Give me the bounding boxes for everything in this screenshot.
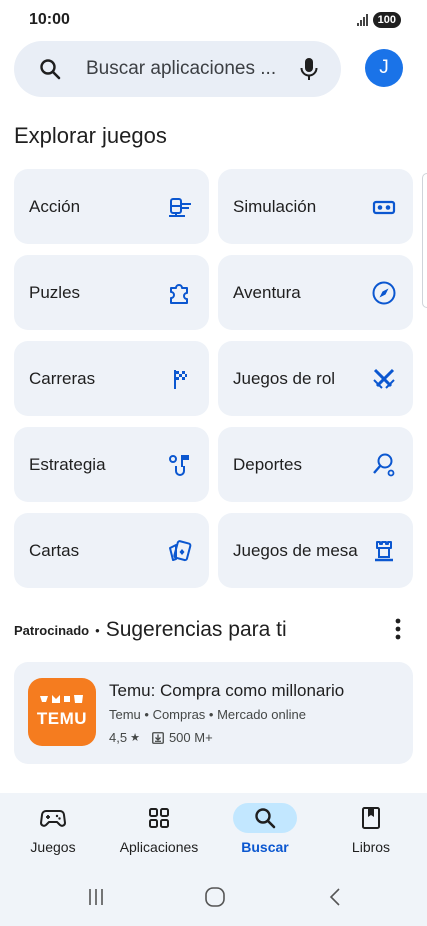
search-bar[interactable]: Buscar aplicaciones ... [14,41,341,97]
category-card-estrategia[interactable]: Estrategia [14,427,209,502]
category-card-cartas[interactable]: Cartas [14,513,209,588]
star-icon: ★ [130,732,140,744]
category-label: Puzles [29,282,81,302]
app-icon: TEMU [28,678,96,746]
vr-headset-icon [372,200,396,215]
nav-label: Juegos [30,839,76,855]
nav-label: Aplicaciones [119,839,199,855]
app-meta: Temu • Compras • Mercado online [109,707,306,722]
app-downloads: 500 M+ [168,730,213,745]
gamepad-icon [40,810,66,827]
category-card-puzles[interactable]: Puzles [14,255,209,330]
status-bar: 10:00 100 [0,0,427,40]
chess-rook-icon [375,541,393,562]
explore-games-title: Explorar juegos [14,123,167,148]
category-label: Estrategia [29,454,106,474]
category-label: Cartas [29,540,80,560]
category-label: Juegos de mesa [233,540,358,560]
download-icon [152,731,164,744]
search-icon [40,59,61,80]
category-label: Simulación [233,196,317,216]
app-icon-word: TEMU [36,709,88,728]
bottom-navigation: Juegos Aplicaciones Buscar Libros [0,793,427,865]
avatar[interactable]: J [365,49,403,87]
checkered-flag-icon [174,370,187,389]
microphone-icon[interactable] [297,56,321,82]
category-label: Deportes [233,454,302,474]
playing-cards-icon [169,540,192,562]
nav-item-libros[interactable]: Libros [318,793,424,865]
home-icon[interactable] [203,886,227,908]
helicopter-icon [169,198,191,217]
back-icon[interactable] [323,886,347,908]
search-input[interactable]: Buscar aplicaciones ... [86,58,276,80]
category-card-aventura[interactable]: Aventura [218,255,413,330]
scroll-indicator [422,173,427,308]
nav-label: Libros [351,839,391,855]
recent-apps-icon[interactable] [84,886,108,908]
category-label: Aventura [233,282,301,302]
category-card-accion[interactable]: Acción [14,169,209,244]
category-label: Acción [29,196,81,216]
status-indicators: 100 [356,12,401,28]
category-card-juegos-de-mesa[interactable]: Juegos de mesa [218,513,413,588]
app-name: Temu: Compra como millonario [109,681,345,700]
category-label: Carreras [29,368,96,388]
racket-icon [373,453,395,477]
nav-icon-container [127,803,191,833]
suggestions-title: Sugerencias para ti [105,618,287,641]
search-icon [255,808,276,829]
suggestions-header: Patrocinado • Sugerencias para ti [14,615,413,645]
strategy-flag-icon [169,455,189,476]
book-icon [362,807,380,829]
nav-icon-container [21,803,85,833]
app-stats: 4,5 ★ 500 M+ [109,730,213,745]
category-card-simulacion[interactable]: Simulación [218,169,413,244]
compass-icon [372,281,396,305]
nav-label: Buscar [241,839,289,855]
signal-icon [356,14,368,26]
category-card-carreras[interactable]: Carreras [14,341,209,416]
temu-logo-icon [40,695,83,703]
status-time: 10:00 [29,11,70,28]
battery-badge: 100 [372,12,401,28]
sponsored-label: Patrocinado [14,622,90,638]
category-label: Juegos de rol [233,368,336,388]
more-options-icon[interactable] [395,618,401,640]
nav-item-juegos[interactable]: Juegos [0,793,106,865]
puzzle-icon [170,284,188,304]
nav-active-pill [233,803,297,833]
nav-icon-container [339,803,403,833]
category-card-juegos-de-rol[interactable]: Juegos de rol [218,341,413,416]
app-card-temu[interactable]: TEMU Temu: Compra como millonario Temu •… [14,662,413,764]
category-card-deportes[interactable]: Deportes [218,427,413,502]
apps-grid-icon [149,808,169,828]
app-rating: 4,5 [109,730,128,745]
system-navigation-bar [0,865,427,926]
nav-item-aplicaciones[interactable]: Aplicaciones [106,793,212,865]
crossed-swords-icon [373,368,395,389]
separator-dot: • [95,622,100,638]
nav-item-buscar[interactable]: Buscar [212,793,318,865]
